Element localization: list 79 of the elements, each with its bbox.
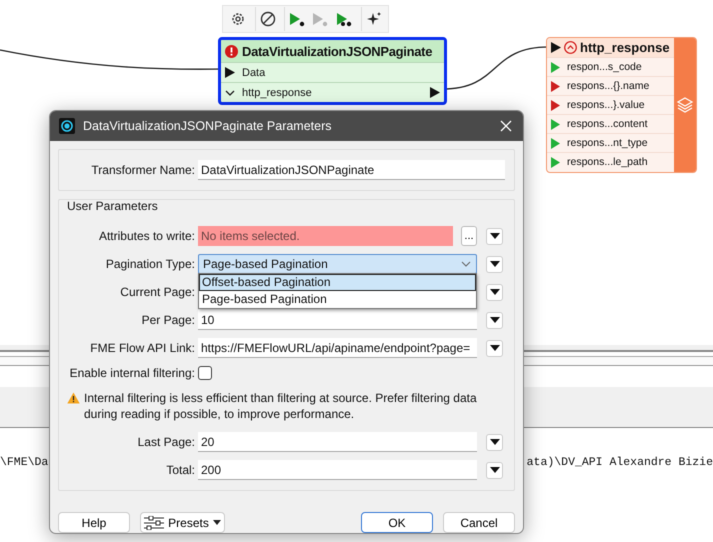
app-icon xyxy=(59,118,75,134)
options-menu-button[interactable] xyxy=(486,256,503,272)
dropdown-option[interactable]: Page-based Pagination xyxy=(199,291,476,308)
options-menu-button[interactable] xyxy=(486,462,503,478)
attribute-port-icon[interactable] xyxy=(551,62,560,72)
field-label: Last Page: xyxy=(136,435,195,449)
prohibited-icon xyxy=(260,11,276,27)
input-port-icon[interactable] xyxy=(225,67,235,78)
dialog-button[interactable]: Help xyxy=(58,512,130,533)
field-label: Transformer Name: xyxy=(90,163,195,177)
attribute-label: respons...content xyxy=(567,118,648,130)
input-field[interactable]: 20 xyxy=(198,432,477,452)
pagination-dropdown[interactable]: Page-based Pagination xyxy=(198,254,477,274)
attributes-field[interactable]: No items selected. xyxy=(198,226,453,246)
caret-icon xyxy=(212,520,221,525)
dialog-button[interactable]: Cancel xyxy=(443,512,515,533)
attribute-port-icon[interactable] xyxy=(551,80,560,92)
output-node[interactable]: http_response respon...s_code respons...{}.name respons...}.value respons...content respons...nt_type respons...le_path xyxy=(546,37,697,173)
attribute-label: respons...nt_type xyxy=(567,137,648,149)
ok-button[interactable]: OK xyxy=(361,512,433,533)
caret-icon xyxy=(490,439,500,445)
input-field[interactable]: 10 xyxy=(198,310,477,330)
field-label: Per Page: xyxy=(140,313,195,327)
input-field[interactable]: 200 xyxy=(198,460,477,480)
input-field[interactable]: https://FMEFlowURL/api/apiname/endpoint?page= xyxy=(198,338,477,358)
dialog-title: DataVirtualizationJSONPaginate Parameters xyxy=(83,119,333,133)
attribute-port-icon[interactable] xyxy=(551,138,560,148)
options-menu-button[interactable] xyxy=(486,312,503,328)
close-icon[interactable] xyxy=(500,120,512,132)
transformer-title: DataVirtualizationJSONPaginate xyxy=(242,44,432,58)
group-title: User Parameters xyxy=(67,199,158,213)
checkbox[interactable] xyxy=(198,366,212,380)
field-label: Pagination Type: xyxy=(104,257,195,271)
gear-icon xyxy=(230,11,246,27)
node-title: http_response xyxy=(580,40,670,55)
options-menu-button[interactable] xyxy=(486,284,503,300)
caret-icon xyxy=(490,233,500,239)
field-label: FME Flow API Link: xyxy=(89,341,195,355)
attribute-label: respon...s_code xyxy=(567,61,642,73)
warning-icon xyxy=(67,392,80,404)
transformer-node[interactable]: DataVirtualizationJSONPaginate Data http_response xyxy=(218,37,447,105)
caret-icon xyxy=(490,467,500,473)
attribute-port-icon[interactable] xyxy=(551,118,560,130)
transformer-name-field[interactable]: DataVirtualizationJSONPaginate xyxy=(198,160,505,180)
field-label: Current Page: xyxy=(119,285,195,299)
field-label: Total: xyxy=(165,463,195,477)
collapse-icon[interactable] xyxy=(564,41,577,54)
log-text: \FME\Da xyxy=(0,456,48,470)
field-label: Attributes to write: xyxy=(98,229,195,243)
field-label: Enable internal filtering: xyxy=(68,366,195,380)
attribute-port-icon[interactable] xyxy=(551,100,560,110)
play-icon xyxy=(335,11,353,27)
sparkle-icon xyxy=(366,11,382,27)
attribute-label: respons...le_path xyxy=(567,156,648,168)
attribute-label: respons...{}.name xyxy=(567,80,650,92)
warning-text: Internal filtering is less efficient than filtering at source. Prefer filtering data during reading if possible, to improve performance. xyxy=(84,390,478,422)
caret-icon xyxy=(490,289,500,295)
layers-icon[interactable] xyxy=(676,96,694,114)
port-label: Data xyxy=(242,66,266,78)
caret-icon xyxy=(490,317,500,323)
output-port-icon[interactable] xyxy=(430,87,440,98)
log-text: ata)\DV_API Alexandre Bizie xyxy=(526,456,713,470)
attribute-port-icon[interactable] xyxy=(551,156,560,168)
dropdown-option[interactable]: Offset-based Pagination xyxy=(199,274,476,291)
sliders-icon xyxy=(144,516,164,530)
chevron-icon[interactable] xyxy=(225,88,235,96)
input-port-icon[interactable] xyxy=(551,42,561,53)
chevron-icon xyxy=(461,261,471,267)
browse-button[interactable]: ... xyxy=(461,226,477,246)
options-menu-button[interactable] xyxy=(486,228,503,244)
caret-icon xyxy=(490,345,500,351)
play-icon xyxy=(288,11,306,27)
attribute-label: respons...}.value xyxy=(567,99,645,111)
port-label: http_response xyxy=(242,86,313,98)
presets-button[interactable]: Presets xyxy=(140,512,225,533)
caret-icon xyxy=(490,261,500,267)
options-menu-button[interactable] xyxy=(486,434,503,450)
play-icon xyxy=(311,11,329,27)
options-menu-button[interactable] xyxy=(486,340,503,356)
